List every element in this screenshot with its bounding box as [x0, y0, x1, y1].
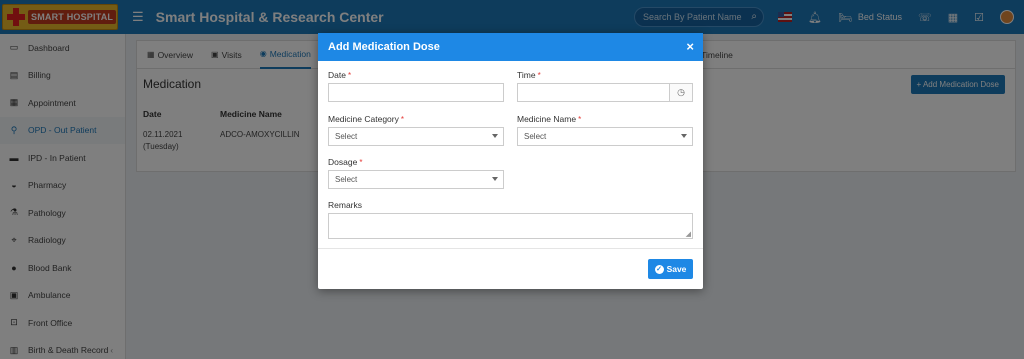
remarks-textarea[interactable]: ◢ — [328, 213, 693, 239]
select-value: Select — [335, 175, 358, 184]
required-mark: * — [400, 115, 404, 124]
modal-footer-divider — [318, 248, 703, 249]
required-mark: * — [578, 115, 582, 124]
medicine-category-label: Medicine Category * — [328, 114, 404, 124]
time-label: Time * — [517, 70, 541, 80]
remarks-label: Remarks — [328, 200, 363, 210]
clock-icon[interactable]: ◷ — [669, 84, 692, 101]
add-medication-dose-modal: Add Medication Dose × Date * Time * ◷ Medi… — [318, 33, 703, 289]
required-mark: * — [359, 158, 363, 167]
dosage-label: Dosage * — [328, 157, 362, 167]
time-label-text: Time — [517, 70, 536, 80]
medicine-name-select[interactable]: Select — [517, 127, 693, 146]
category-label-text: Medicine Category — [328, 114, 399, 124]
required-mark: * — [537, 71, 541, 80]
dosage-select[interactable]: Select — [328, 170, 504, 189]
required-mark: * — [347, 71, 352, 80]
chevron-down-icon — [681, 134, 687, 138]
date-label-text: Date — [328, 70, 346, 80]
save-label: Save — [666, 264, 687, 274]
close-icon[interactable]: × — [686, 39, 694, 54]
modal-title: Add Medication Dose — [328, 41, 440, 53]
medicine-name-label: Medicine Name * — [517, 114, 581, 124]
modal-header: Add Medication Dose × — [318, 33, 703, 61]
time-input[interactable]: ◷ — [517, 83, 693, 102]
date-label: Date * — [328, 70, 351, 80]
date-input[interactable] — [328, 83, 504, 102]
dosage-label-text: Dosage — [328, 157, 358, 167]
name-label-text: Medicine Name — [517, 114, 577, 124]
select-value: Select — [524, 132, 547, 141]
chevron-down-icon — [492, 177, 498, 181]
check-circle-icon: ✓ — [654, 264, 664, 274]
save-button[interactable]: ✓ Save — [648, 259, 693, 279]
resize-handle-icon[interactable]: ◢ — [686, 230, 691, 238]
select-value: Select — [335, 132, 358, 141]
medicine-category-select[interactable]: Select — [328, 127, 504, 146]
chevron-down-icon — [492, 134, 498, 138]
